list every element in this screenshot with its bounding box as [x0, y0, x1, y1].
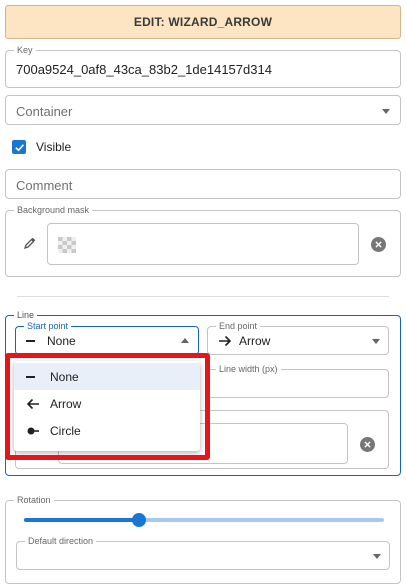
option-arrow-label: Arrow — [50, 396, 82, 411]
close-icon — [364, 441, 371, 448]
close-icon — [375, 241, 382, 248]
rotation-group: Rotation Default direction — [5, 494, 401, 584]
line-width-field[interactable]: Line width (px) — [207, 363, 389, 398]
background-mask-group: Background mask — [5, 204, 401, 277]
visible-checkbox-row[interactable]: Visible — [12, 139, 71, 155]
key-label: Key — [14, 44, 36, 56]
comment-placeholder: Comment — [16, 178, 73, 193]
section-divider — [17, 296, 389, 297]
dash-icon — [26, 340, 35, 342]
checkmark-icon — [14, 143, 24, 151]
start-point-options-menu: None Arrow Circle — [14, 361, 200, 451]
transparent-checker-icon — [58, 237, 76, 258]
editor-title-bar: EDIT: WIZARD_ARROW — [5, 5, 401, 39]
end-point-label: End point — [216, 320, 261, 332]
default-direction-caret-icon — [373, 554, 381, 559]
background-mask-label: Background mask — [14, 204, 93, 216]
key-value: 700a9524_0af8_43ca_83b2_1de14157d314 — [16, 62, 272, 77]
container-placeholder: Container — [16, 104, 73, 119]
dash-icon — [26, 375, 50, 378]
default-direction-label: Default direction — [25, 535, 97, 547]
rotation-slider-fill — [24, 518, 140, 522]
option-none[interactable]: None — [14, 363, 200, 390]
arrow-right-icon — [218, 334, 232, 353]
key-field[interactable]: Key 700a9524_0af8_43ca_83b2_1de14157d314 — [5, 44, 401, 88]
circle-end-icon — [26, 424, 50, 438]
start-point-value: None — [47, 334, 76, 348]
end-point-value: Arrow — [239, 334, 271, 348]
line-width-label: Line width (px) — [216, 363, 281, 375]
visible-checkbox[interactable] — [12, 140, 26, 154]
visible-label: Visible — [36, 140, 72, 154]
mask-image-picker[interactable] — [47, 223, 359, 265]
option-circle-label: Circle — [50, 423, 81, 438]
start-point-select[interactable]: Start point None — [15, 320, 199, 355]
clear-line-image-button[interactable] — [360, 437, 375, 452]
editor-title: EDIT: WIZARD_ARROW — [133, 15, 273, 29]
option-circle[interactable]: Circle — [14, 417, 200, 444]
end-point-caret-icon — [372, 339, 380, 344]
comment-field[interactable]: Comment — [5, 169, 401, 199]
rotation-slider-thumb[interactable] — [132, 513, 147, 527]
clear-mask-button[interactable] — [371, 237, 386, 252]
container-caret-icon — [382, 109, 390, 114]
arrow-left-icon — [26, 397, 50, 411]
rotation-label: Rotation — [14, 494, 54, 506]
option-none-label: None — [50, 369, 79, 384]
start-point-label: Start point — [24, 320, 72, 332]
start-point-caret-icon — [181, 338, 189, 343]
option-arrow[interactable]: Arrow — [14, 390, 200, 417]
end-point-select[interactable]: End point Arrow — [207, 320, 389, 355]
default-direction-select[interactable]: Default direction — [16, 535, 390, 570]
eyedropper-icon[interactable] — [23, 236, 37, 255]
container-select[interactable]: Container — [5, 95, 401, 125]
